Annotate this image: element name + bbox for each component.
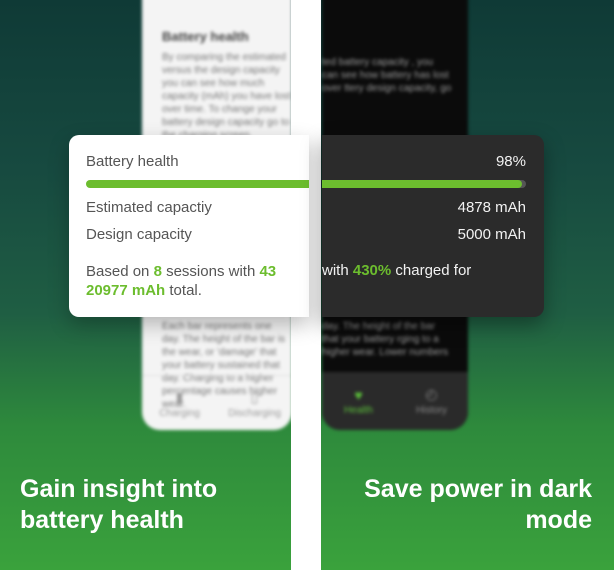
- nav-item-health[interactable]: ♥ Health: [322, 372, 395, 430]
- right-bottom-nav: ♥ Health ◴ History: [322, 372, 468, 430]
- total-mah: 20977 mAh: [86, 282, 166, 299]
- nav-item-discharging[interactable]: ▯ Discharging: [217, 376, 292, 430]
- health-progress-fill: [322, 180, 522, 188]
- estimated-capacity-label: Estimated capactiy: [86, 199, 212, 216]
- health-progress-bar-light: [86, 180, 309, 188]
- nav-label: Health: [344, 404, 373, 416]
- left-doc-title: Battery health: [162, 29, 249, 44]
- estimated-capacity-value: 4878 mAh: [457, 199, 526, 216]
- caption-right: Save power in dark mode: [364, 475, 592, 534]
- charged-percent: 430%: [352, 262, 392, 279]
- sessions-summary-light: Based on 8 sessions with 43 20977 mAh to…: [86, 262, 309, 300]
- sessions-with-text: sessions with: [166, 263, 256, 280]
- left-bottom-nav: ▮ Charging ▯ Discharging: [142, 375, 292, 430]
- nav-label: Charging: [159, 407, 200, 419]
- partial-value: 43: [259, 263, 277, 280]
- sessions-summary-dark: with 430% charged for: [322, 262, 471, 279]
- left-phone-doc: Battery health By comparing the estimate…: [142, 0, 292, 142]
- health-progress-bar-dark: [322, 180, 526, 188]
- based-on-text: Based on: [86, 263, 150, 280]
- history-icon: ◴: [425, 386, 438, 402]
- card-title: Battery health: [86, 153, 179, 170]
- nav-item-history[interactable]: ◴ History: [395, 372, 468, 430]
- nav-label: Discharging: [228, 407, 281, 419]
- nav-item-charging[interactable]: ▮ Charging: [142, 376, 217, 430]
- right-doc-text-2: day. The height of the bar that your bat…: [322, 321, 449, 358]
- sessions-count: 8: [153, 263, 162, 280]
- health-percent: 98%: [495, 153, 526, 170]
- nav-label: History: [415, 405, 448, 416]
- with-text: with: [322, 262, 349, 279]
- battery-charging-icon: ▮: [175, 388, 184, 405]
- charged-for-text: charged for: [395, 262, 472, 279]
- heart-icon: ♥: [354, 386, 363, 403]
- battery-health-card-dark: 98% 4878 mAh 5000 mAh with 430% charged …: [322, 135, 544, 317]
- design-capacity-value: 5000 mAh: [457, 226, 526, 243]
- right-doc-text: ted battery capacity , you can see how b…: [322, 57, 452, 94]
- battery-health-card-light: Battery health Estimated capactiy Design…: [69, 135, 309, 317]
- battery-discharging-icon: ▯: [250, 388, 259, 405]
- left-doc-text: By comparing the estimated versus the de…: [162, 52, 291, 141]
- design-capacity-label: Design capacity: [86, 226, 192, 243]
- caption-left: Gain insight into battery health: [20, 475, 218, 534]
- total-word: total.: [169, 282, 202, 299]
